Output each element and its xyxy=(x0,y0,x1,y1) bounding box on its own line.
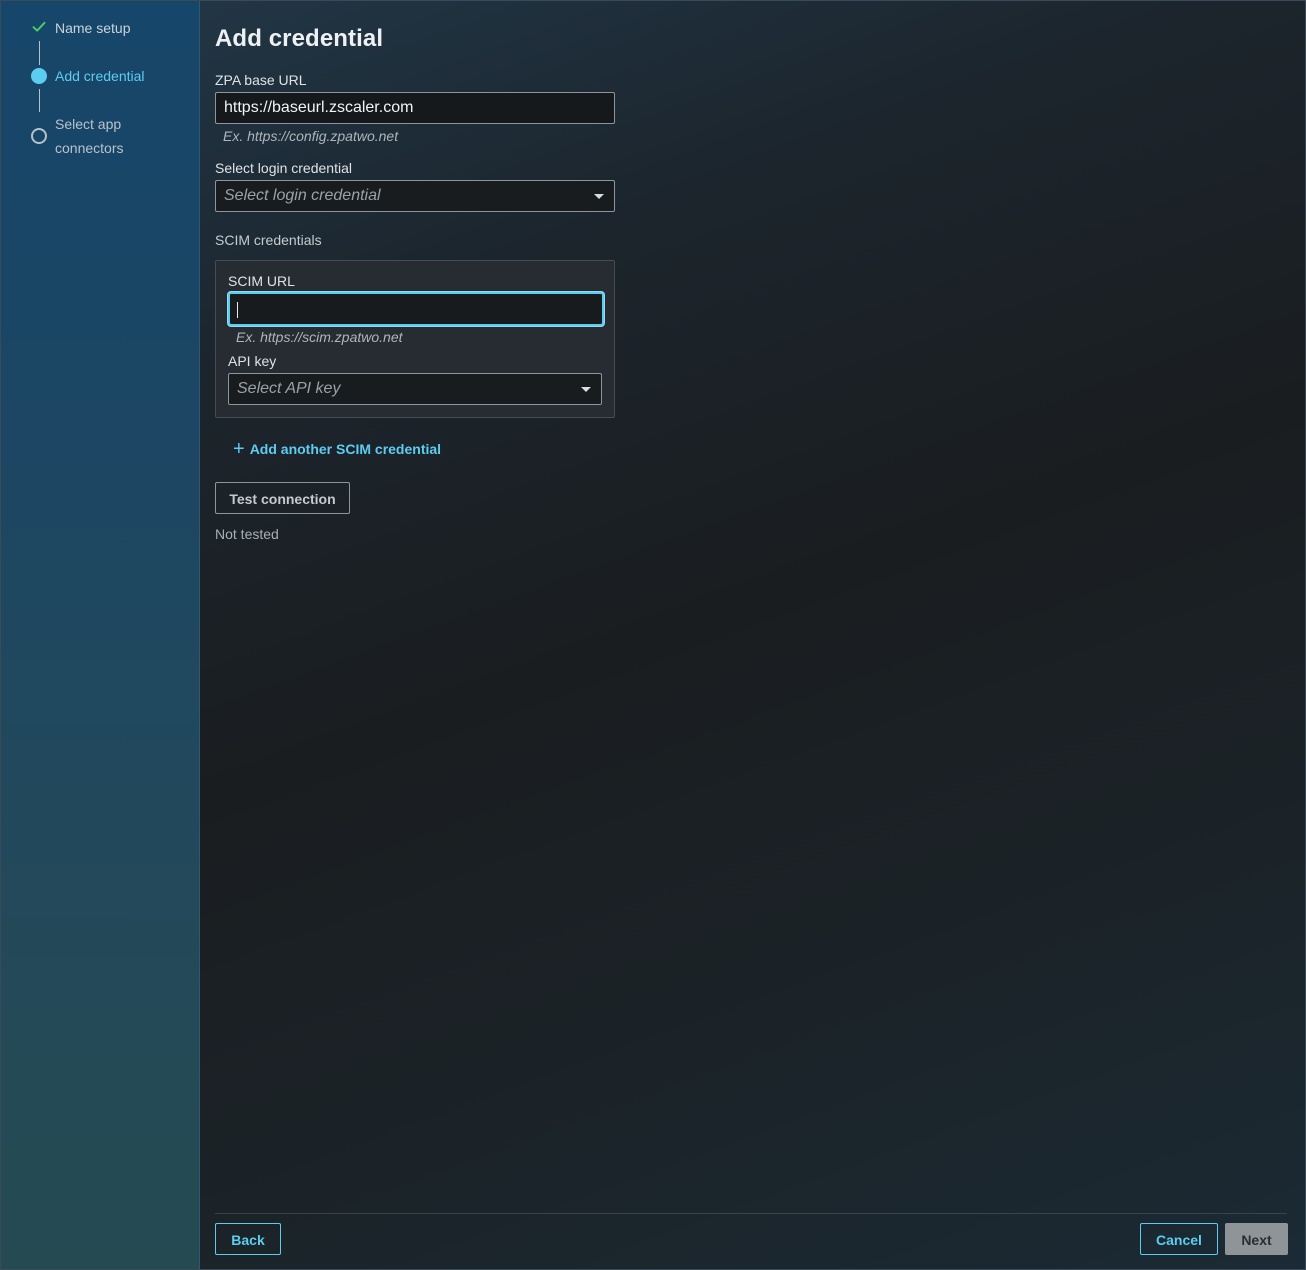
step-label: Add credential xyxy=(55,68,145,84)
chevron-down-icon xyxy=(594,194,604,199)
footer-divider xyxy=(215,1213,1287,1214)
login-credential-select[interactable]: Select login credential xyxy=(215,180,615,212)
step-connector xyxy=(39,41,40,65)
plus-icon: + xyxy=(233,438,245,460)
connection-status: Not tested xyxy=(215,526,279,542)
credential-wizard: Name setup Add credential Select app con… xyxy=(0,0,1306,1270)
step-label: Select app connectors xyxy=(55,116,124,156)
step-connector xyxy=(39,89,40,112)
check-icon xyxy=(29,17,49,37)
scim-credential-card: SCIM URL Ex. https://scim.zpatwo.net API… xyxy=(215,260,615,418)
main-content: Add credential ZPA base URL Ex. https://… xyxy=(215,1,1288,1269)
active-step-dot-icon xyxy=(29,66,49,86)
test-connection-button[interactable]: Test connection xyxy=(215,482,350,514)
wizard-steps-sidebar: Name setup Add credential Select app con… xyxy=(1,1,200,1269)
scim-url-hint: Ex. https://scim.zpatwo.net xyxy=(236,329,403,345)
scim-url-input[interactable] xyxy=(228,292,604,326)
scim-url-label: SCIM URL xyxy=(228,273,295,289)
scim-credentials-heading: SCIM credentials xyxy=(215,232,322,248)
back-button[interactable]: Back xyxy=(215,1223,281,1255)
api-key-placeholder: Select API key xyxy=(237,380,341,397)
text-cursor xyxy=(237,302,238,318)
login-credential-placeholder: Select login credential xyxy=(224,187,381,204)
page-title: Add credential xyxy=(215,25,384,52)
zpa-base-url-label: ZPA base URL xyxy=(215,72,307,88)
pending-step-circle-icon xyxy=(29,126,49,146)
chevron-down-icon xyxy=(581,387,591,392)
api-key-label: API key xyxy=(228,353,277,369)
next-button[interactable]: Next xyxy=(1225,1223,1288,1255)
zpa-base-url-input[interactable] xyxy=(215,92,615,124)
step-label: Name setup xyxy=(55,20,131,36)
zpa-base-url-hint: Ex. https://config.zpatwo.net xyxy=(223,128,399,144)
add-scim-credential-label: Add another SCIM credential xyxy=(249,441,442,457)
api-key-select[interactable]: Select API key xyxy=(228,373,602,405)
login-credential-label: Select login credential xyxy=(215,160,352,176)
add-scim-credential-button[interactable]: + Add another SCIM credential xyxy=(233,439,441,459)
cancel-button[interactable]: Cancel xyxy=(1140,1223,1218,1255)
